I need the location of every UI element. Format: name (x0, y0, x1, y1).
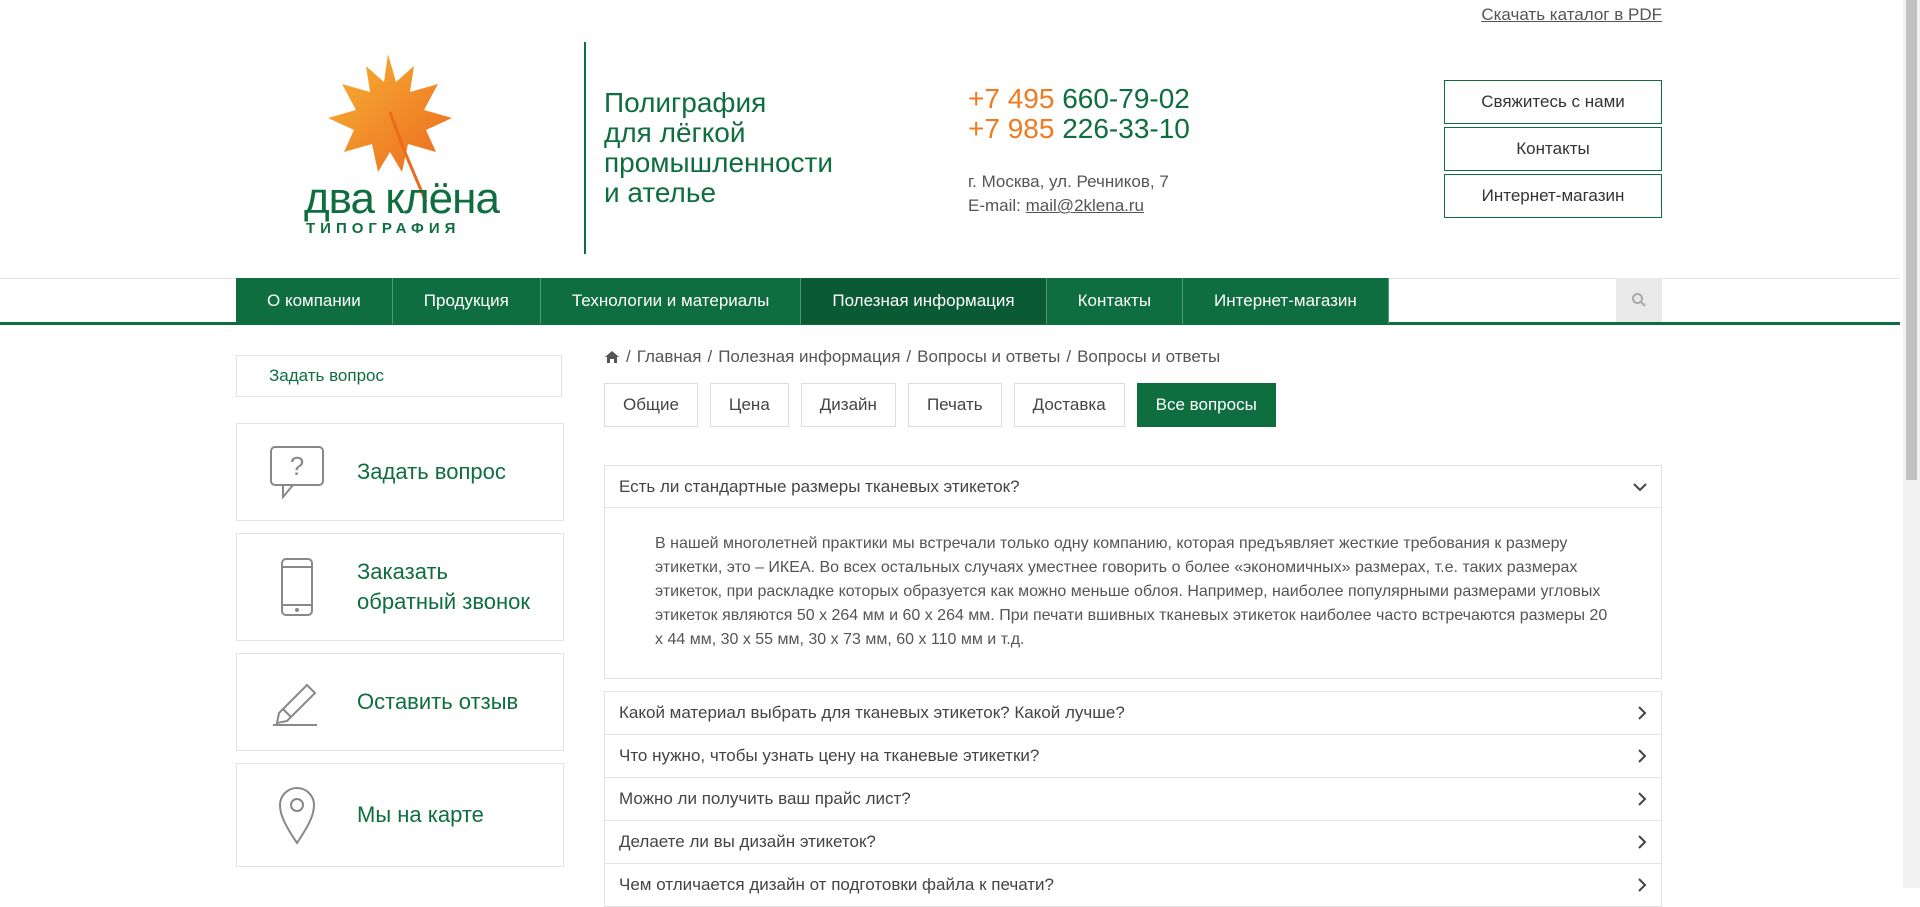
content-area: Задать вопрос ? Задать вопрос Заказать о… (236, 0, 1662, 907)
home-icon[interactable] (604, 350, 620, 364)
chevron-right-icon (1638, 706, 1647, 720)
chevron-right-icon (1638, 835, 1647, 849)
faq-question: Чем отличается дизайн от подготовки файл… (619, 875, 1055, 894)
faq-question: Какой материал выбрать для тканевых этик… (619, 703, 1125, 722)
faq-item[interactable]: Чем отличается дизайн от подготовки файл… (604, 864, 1662, 907)
breadcrumb-sep: / (906, 347, 912, 366)
breadcrumb-item[interactable]: Вопросы и ответы (917, 347, 1060, 367)
chevron-right-icon (1638, 749, 1647, 763)
sidebar-card-label: Заказать обратный звонок (357, 559, 531, 614)
faq-item-open: Есть ли стандартные размеры тканевых эти… (604, 465, 1662, 679)
breadcrumb-sep: / (707, 347, 713, 366)
faq-question: Можно ли получить ваш прайс лист? (619, 789, 911, 808)
faq-question: Что нужно, чтобы узнать цену на тканевые… (619, 746, 1040, 765)
faq-question: Есть ли стандартные размеры тканевых эти… (619, 476, 1020, 496)
faq-question-row: Чем отличается дизайн от подготовки файл… (605, 864, 1661, 906)
chevron-right-icon (1638, 878, 1647, 892)
card-icon-wrap (237, 785, 357, 845)
faq-question-row: Что нужно, чтобы узнать цену на тканевые… (605, 735, 1661, 777)
faq-question-row: Какой материал выбрать для тканевых этик… (605, 692, 1661, 734)
scrollbar-thumb[interactable] (1906, 0, 1917, 480)
card-icon-wrap: ? (237, 445, 357, 499)
sidebar-card-callback[interactable]: Заказать обратный звонок (236, 533, 564, 641)
page-scrollbar[interactable] (1903, 0, 1920, 888)
faq-item[interactable]: Делаете ли вы дизайн этикеток? (604, 821, 1662, 864)
tab-price[interactable]: Цена (709, 383, 789, 427)
sidebar-ask-link[interactable]: Задать вопрос (236, 355, 562, 397)
chevron-right-icon (1638, 792, 1647, 806)
breadcrumb-item[interactable]: Главная (637, 347, 702, 367)
sidebar-card-ask[interactable]: ? Задать вопрос (236, 423, 564, 521)
tab-general[interactable]: Общие (604, 383, 698, 427)
faq-question-toggle[interactable]: Есть ли стандартные размеры тканевых эти… (605, 466, 1661, 508)
sidebar-card-label: Оставить отзыв (357, 689, 519, 714)
sidebar-card-label: Задать вопрос (357, 459, 506, 484)
breadcrumb-item[interactable]: Полезная информация (718, 347, 900, 367)
faq-question: Делаете ли вы дизайн этикеток? (619, 832, 876, 851)
faq-question-row: Делаете ли вы дизайн этикеток? (605, 821, 1661, 863)
sidebar-card-map[interactable]: Мы на карте (236, 763, 564, 867)
question-bubble-icon: ? (270, 446, 324, 499)
tab-delivery[interactable]: Доставка (1013, 383, 1125, 427)
map-pin-icon (278, 787, 316, 845)
svg-text:?: ? (290, 451, 304, 481)
faq-tabs: Общие Цена Дизайн Печать Доставка Все во… (604, 383, 1276, 427)
chevron-down-icon (1633, 482, 1647, 491)
tab-design[interactable]: Дизайн (800, 383, 896, 427)
pencil-icon (273, 683, 317, 726)
faq-item[interactable]: Можно ли получить ваш прайс лист? (604, 778, 1662, 821)
faq-item[interactable]: Что нужно, чтобы узнать цену на тканевые… (604, 735, 1662, 778)
faq-list: Есть ли стандартные размеры тканевых эти… (604, 465, 1662, 907)
phone-icon (281, 558, 313, 616)
tab-printing[interactable]: Печать (907, 383, 1002, 427)
breadcrumb-sep: / (626, 347, 631, 366)
card-icon-wrap (237, 677, 357, 727)
faq-item[interactable]: Какой материал выбрать для тканевых этик… (604, 691, 1662, 735)
card-icon-wrap (237, 557, 357, 617)
faq-answer: В нашей многолетней практики мы встречал… (655, 535, 1608, 648)
tab-all-questions[interactable]: Все вопросы (1136, 383, 1276, 427)
breadcrumb: / Главная / Полезная информация / Вопрос… (604, 347, 1220, 367)
breadcrumb-sep: / (1066, 347, 1072, 366)
breadcrumb-item-current: Вопросы и ответы (1077, 347, 1221, 366)
sidebar-card-review[interactable]: Оставить отзыв (236, 653, 564, 751)
faq-question-row: Можно ли получить ваш прайс лист? (605, 778, 1661, 820)
sidebar-card-label: Мы на карте (357, 802, 484, 827)
